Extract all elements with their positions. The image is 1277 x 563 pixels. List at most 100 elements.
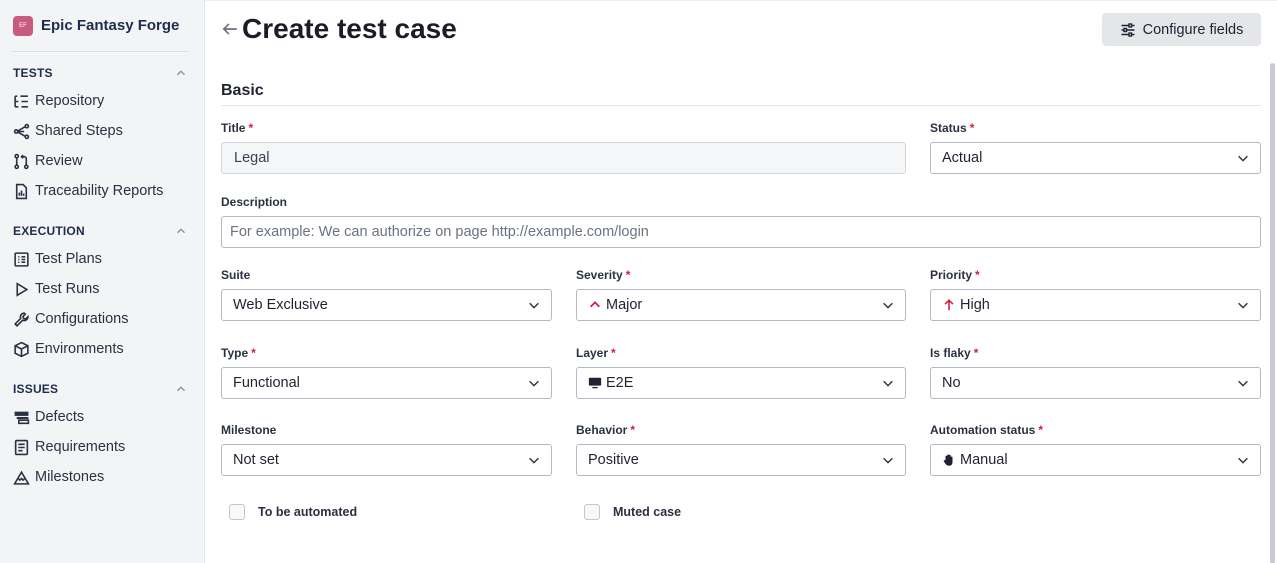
chevron-down-icon	[1238, 380, 1248, 387]
is-flaky-label: Is flaky *	[930, 346, 979, 360]
sidebar-item-label: Shared Steps	[35, 123, 123, 139]
git-pull-request-icon	[14, 153, 29, 169]
sidebar-item-test-plans[interactable]: Test Plans	[12, 244, 188, 274]
milestone-label: Milestone	[221, 423, 277, 437]
sidebar-item-label: Requirements	[35, 439, 126, 455]
status-select[interactable]: Actual	[930, 142, 1261, 174]
sidebar-item-repository[interactable]: Repository	[12, 86, 188, 116]
configure-fields-button[interactable]: Configure fields	[1102, 13, 1261, 46]
document-icon	[14, 439, 29, 455]
muted-case-checkbox-row[interactable]: Muted case	[576, 504, 681, 520]
play-icon	[16, 281, 29, 297]
chevron-down-icon	[883, 302, 893, 309]
to-be-automated-label: To be automated	[258, 505, 358, 519]
project-name: Epic Fantasy Forge	[41, 17, 180, 34]
section-title: TESTS	[13, 66, 53, 80]
milestone-select[interactable]: Not set	[221, 444, 552, 476]
report-icon	[15, 183, 28, 199]
chevron-down-icon	[1238, 155, 1248, 162]
chevron-down-icon	[883, 380, 893, 387]
sidebar: EF Epic Fantasy Forge TESTS Repository S…	[0, 0, 205, 563]
share-icon	[13, 123, 30, 139]
vertical-scrollbar[interactable]	[1270, 63, 1275, 563]
hand-icon	[943, 454, 953, 466]
checklist-icon	[14, 251, 29, 267]
sidebar-item-review[interactable]: Review	[12, 146, 188, 176]
layer-label: Layer *	[576, 346, 616, 360]
chevron-down-icon	[1238, 457, 1248, 464]
arrow-left-icon[interactable]	[221, 20, 239, 38]
sidebar-item-label: Configurations	[35, 311, 129, 327]
type-select[interactable]: Functional	[221, 367, 552, 399]
section-tests-header[interactable]: TESTS	[12, 66, 188, 80]
priority-select[interactable]: High	[930, 289, 1261, 321]
section-title: EXECUTION	[13, 224, 85, 238]
sidebar-item-traceability-reports[interactable]: Traceability Reports	[12, 176, 188, 206]
configure-fields-label: Configure fields	[1142, 21, 1244, 38]
severity-select[interactable]: Major	[576, 289, 906, 321]
sidebar-item-defects[interactable]: Defects	[12, 402, 188, 432]
chevron-down-icon	[529, 457, 539, 464]
is-flaky-select[interactable]: No	[930, 367, 1261, 399]
sidebar-item-label: Defects	[35, 409, 85, 425]
behavior-select[interactable]: Positive	[576, 444, 906, 476]
muted-case-checkbox[interactable]	[584, 504, 600, 520]
chevron-down-icon	[883, 457, 893, 464]
chevron-up-icon	[177, 386, 185, 392]
page-title: Create test case	[242, 13, 457, 44]
chevron-down-icon	[529, 380, 539, 387]
description-input[interactable]: For example: We can authorize on page ht…	[221, 216, 1261, 248]
section-execution-header[interactable]: EXECUTION	[12, 224, 188, 238]
status-label: Status *	[930, 121, 975, 135]
chevron-down-icon	[529, 302, 539, 309]
cube-icon	[14, 341, 29, 357]
chevron-up-icon	[177, 228, 185, 234]
list-tree-icon	[14, 94, 28, 108]
sidebar-item-environments[interactable]: Environments	[12, 334, 188, 364]
chevron-up-severity-icon	[590, 301, 600, 308]
defect-icon	[14, 411, 30, 424]
sidebar-item-label: Test Runs	[35, 281, 100, 297]
behavior-label: Behavior *	[576, 423, 636, 437]
automation-status-label: Automation status *	[930, 423, 1044, 437]
section-basic-title: Basic	[221, 82, 1261, 106]
sidebar-item-label: Review	[35, 153, 83, 169]
project-switcher[interactable]: EF Epic Fantasy Forge	[12, 0, 188, 52]
sidebar-item-requirements[interactable]: Requirements	[12, 432, 188, 462]
sliders-icon	[1121, 22, 1135, 37]
flag-checkboxes: To be automated Muted case	[221, 504, 1261, 520]
monitor-icon	[588, 377, 602, 389]
title-field[interactable]: Legal	[221, 142, 906, 174]
mountain-icon	[13, 470, 30, 485]
project-logo: EF	[13, 15, 33, 36]
chevron-up-icon	[177, 70, 185, 76]
suite-label: Suite	[221, 268, 251, 282]
automation-status-select[interactable]: Manual	[930, 444, 1261, 476]
app-root: EF Epic Fantasy Forge TESTS Repository S…	[0, 0, 1277, 563]
to-be-automated-checkbox-row[interactable]: To be automated	[221, 504, 576, 520]
sidebar-item-label: Traceability Reports	[35, 183, 164, 199]
wrench-icon	[13, 311, 29, 327]
main-content: Create test case Configure fields Basic …	[205, 0, 1277, 563]
sidebar-item-label: Environments	[35, 341, 124, 357]
severity-label: Severity *	[576, 268, 631, 282]
sidebar-item-milestones[interactable]: Milestones	[12, 462, 188, 492]
section-title: ISSUES	[13, 382, 59, 396]
sidebar-item-label: Test Plans	[35, 251, 102, 267]
layer-select[interactable]: E2E	[576, 367, 906, 399]
type-label: Type *	[221, 346, 256, 360]
priority-label: Priority *	[930, 268, 980, 282]
sidebar-item-configurations[interactable]: Configurations	[12, 304, 188, 334]
description-label: Description	[221, 195, 288, 209]
sidebar-item-label: Milestones	[35, 469, 105, 485]
arrow-up-icon	[944, 299, 954, 311]
sidebar-item-label: Repository	[35, 93, 105, 109]
sidebar-item-test-runs[interactable]: Test Runs	[12, 274, 188, 304]
chevron-down-icon	[1238, 302, 1248, 309]
to-be-automated-checkbox[interactable]	[229, 504, 245, 520]
section-issues-header[interactable]: ISSUES	[12, 382, 188, 396]
sidebar-item-shared-steps[interactable]: Shared Steps	[12, 116, 188, 146]
suite-select[interactable]: Web Exclusive	[221, 289, 552, 321]
muted-case-label: Muted case	[613, 505, 682, 519]
title-label: Title *	[221, 121, 254, 135]
